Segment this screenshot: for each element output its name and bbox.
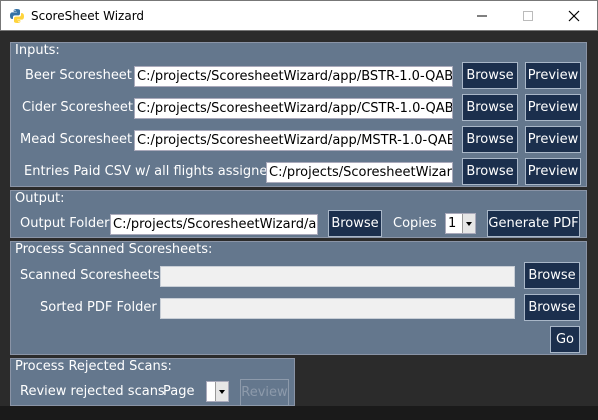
chevron-down-icon[interactable] <box>215 382 228 401</box>
csv-preview-button[interactable]: Preview <box>525 158 581 185</box>
cider-scoresheet-label: Cider Scoresheet <box>22 100 133 115</box>
window-bottom-edge <box>0 406 598 420</box>
scanned-frame: Process Scanned Scoresheets: Scanned Sco… <box>10 241 587 355</box>
beer-browse-button[interactable]: Browse <box>462 62 518 89</box>
rejected-frame: Process Rejected Scans: Review rejected … <box>10 358 295 406</box>
scanned-browse-button[interactable]: Browse <box>524 262 580 289</box>
copies-value: 1 <box>448 216 457 231</box>
copies-label: Copies <box>393 216 437 231</box>
close-icon <box>568 10 580 22</box>
csv-browse-button[interactable]: Browse <box>462 158 518 185</box>
mead-browse-button[interactable]: Browse <box>462 126 518 153</box>
window-title: ScoreSheet Wizard <box>31 9 145 23</box>
scanned-scoresheets-label: Scanned Scoresheets <box>20 268 160 283</box>
cider-browse-button[interactable]: Browse <box>462 94 518 121</box>
inputs-frame-title: Inputs: <box>15 43 60 58</box>
rejected-frame-title: Process Rejected Scans: <box>15 359 172 374</box>
output-folder-field[interactable]: C:/projects/ScoresheetWizard/app/ <box>110 214 318 235</box>
go-button[interactable]: Go <box>550 326 580 353</box>
output-browse-button[interactable]: Browse <box>328 210 382 237</box>
scanned-frame-title: Process Scanned Scoresheets: <box>15 242 213 257</box>
page-spinbox[interactable] <box>206 381 229 402</box>
cider-preview-button[interactable]: Preview <box>525 94 581 121</box>
scanned-scoresheets-field[interactable] <box>160 266 515 287</box>
output-frame-title: Output: <box>15 191 65 206</box>
review-button[interactable]: Review <box>240 379 289 406</box>
python-logo-icon <box>9 8 25 24</box>
entries-csv-field[interactable]: C:/projects/ScoresheetWizard/app <box>266 162 453 183</box>
entries-csv-label: Entries Paid CSV w/ all flights assigned <box>24 164 276 179</box>
sorted-pdf-folder-field[interactable] <box>160 298 515 319</box>
mead-preview-button[interactable]: Preview <box>525 126 581 153</box>
title-bar: ScoreSheet Wizard <box>0 0 598 31</box>
beer-preview-button[interactable]: Preview <box>525 62 581 89</box>
mead-scoresheet-label: Mead Scoresheet <box>20 132 133 147</box>
minimize-button[interactable] <box>459 1 505 31</box>
output-folder-label: Output Folder <box>20 216 110 231</box>
beer-scoresheet-label: Beer Scoresheet <box>25 68 132 83</box>
maximize-button[interactable] <box>505 1 551 31</box>
output-frame: Output: Output Folder C:/projects/Scores… <box>10 190 587 238</box>
close-button[interactable] <box>551 1 597 31</box>
page-label: Page <box>163 384 195 399</box>
sorted-browse-button[interactable]: Browse <box>524 294 580 321</box>
sorted-pdf-folder-label: Sorted PDF Folder <box>40 300 157 315</box>
inputs-frame: Inputs: Beer Scoresheet C:/projects/Scor… <box>10 42 587 187</box>
beer-scoresheet-field[interactable]: C:/projects/ScoresheetWizard/app/BSTR-1.… <box>134 66 453 87</box>
generate-pdf-button[interactable]: Generate PDF <box>487 210 580 237</box>
review-rejected-label: Review rejected scans <box>20 384 165 399</box>
chevron-down-icon[interactable] <box>462 214 475 233</box>
cider-scoresheet-field[interactable]: C:/projects/ScoresheetWizard/app/CSTR-1.… <box>134 98 453 119</box>
mead-scoresheet-field[interactable]: C:/projects/ScoresheetWizard/app/MSTR-1.… <box>134 130 453 151</box>
maximize-icon <box>523 11 533 21</box>
minimize-icon <box>477 15 487 17</box>
copies-spinbox[interactable]: 1 <box>445 213 476 234</box>
